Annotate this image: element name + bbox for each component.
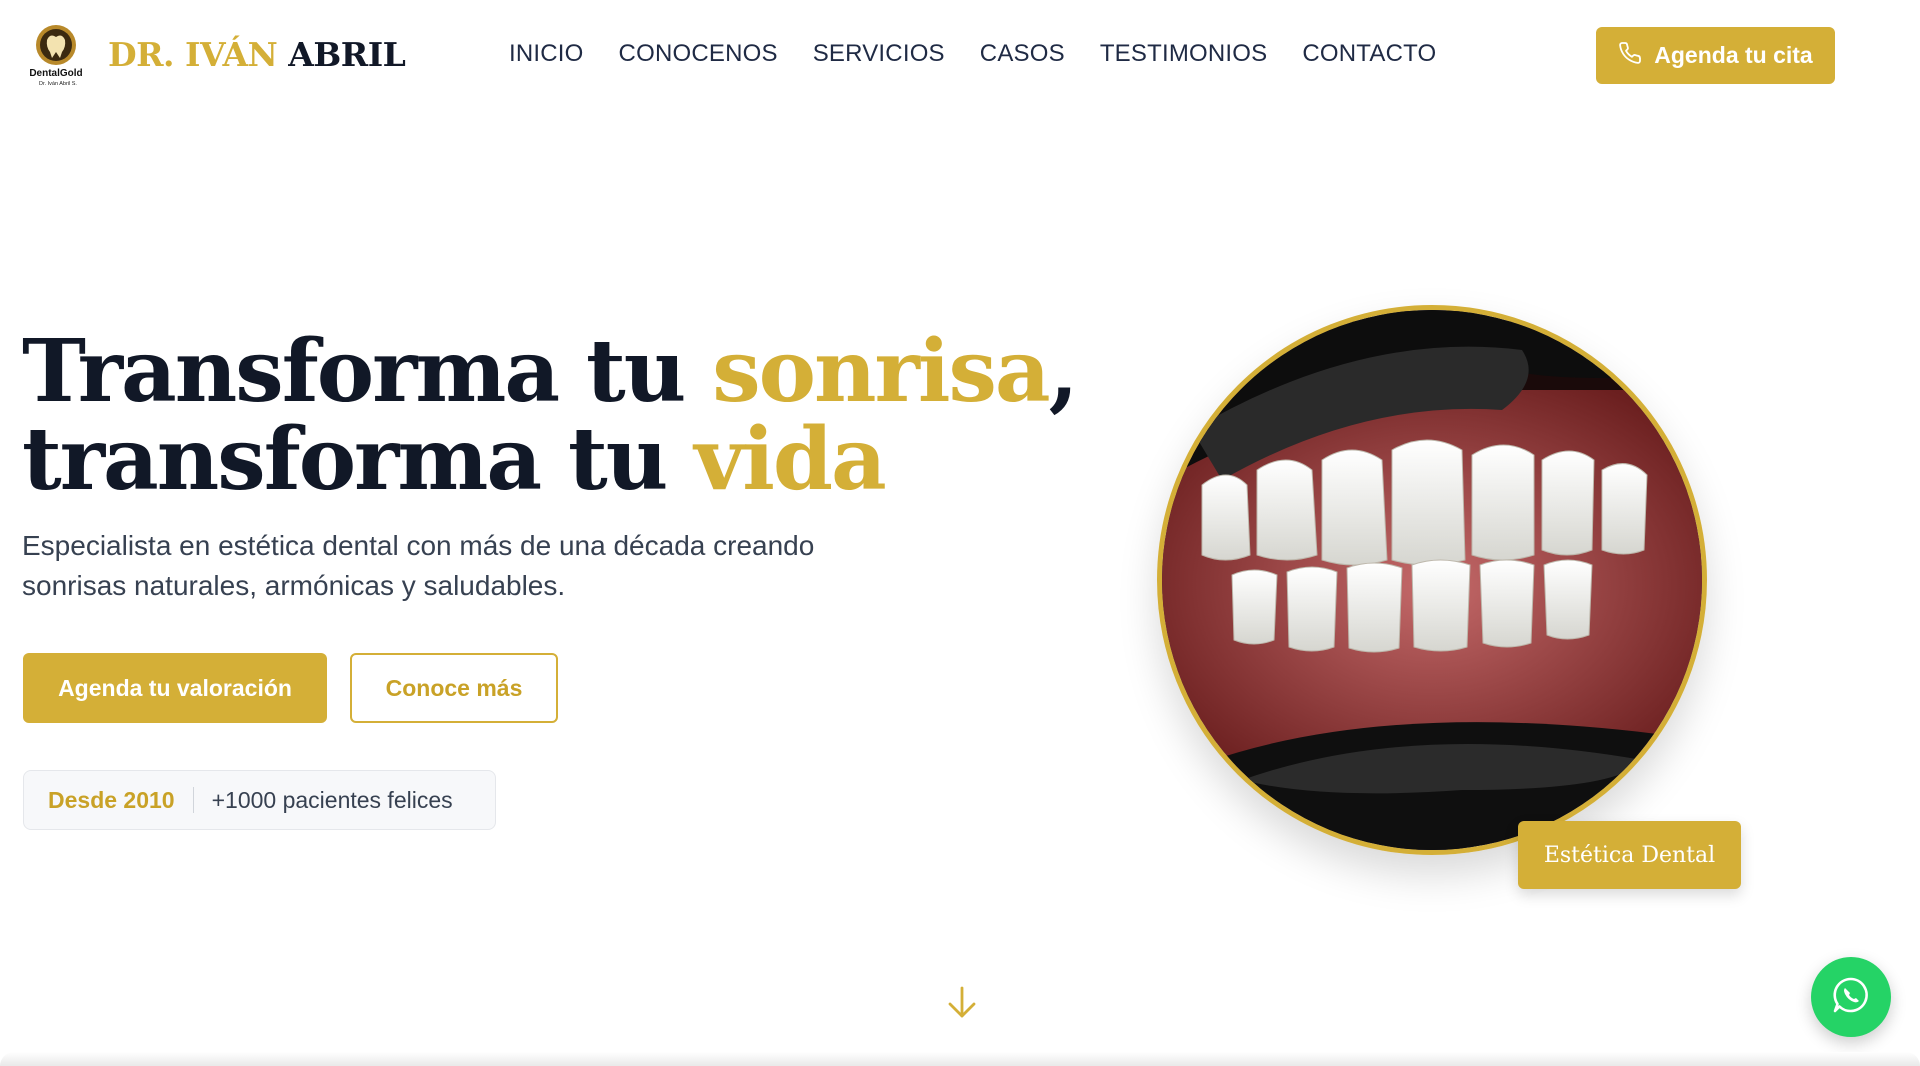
logo-subtext: Dr. Iván Abril S.: [39, 81, 77, 87]
learn-more-button[interactable]: Conoce más: [350, 653, 558, 723]
stat-since: Desde 2010: [48, 786, 175, 813]
arrow-down-icon[interactable]: [944, 984, 980, 1020]
stat-patients: +1000 pacientes felices: [211, 786, 453, 813]
stats-badge: Desde 2010 +1000 pacientes felices: [23, 770, 496, 830]
whatsapp-button[interactable]: [1811, 957, 1891, 1037]
nav-inicio[interactable]: INICIO: [509, 40, 584, 68]
hero-smile-photo: [1157, 305, 1707, 855]
book-assessment-button[interactable]: Agenda tu valoración: [23, 653, 327, 723]
hero-title: Transforma tu sonrisa, transforma tu vid…: [22, 328, 1079, 504]
stat-divider: [192, 787, 194, 813]
nav-testimonios[interactable]: TESTIMONIOS: [1100, 40, 1268, 68]
brand-name-dark: ABRIL: [288, 34, 406, 74]
hero-subtitle: Especialista en estética dental con más …: [22, 530, 815, 601]
phone-icon: [1618, 41, 1642, 71]
whatsapp-icon: [1831, 975, 1871, 1020]
tooth-logo-icon: DentalGold Dr. Iván Abril S.: [22, 20, 90, 88]
nav-contacto[interactable]: CONTACTO: [1302, 40, 1436, 68]
schedule-appointment-label: Agenda tu cita: [1654, 42, 1813, 68]
hero-title-part: Transforma tu: [22, 321, 713, 422]
schedule-appointment-button[interactable]: Agenda tu cita: [1596, 27, 1835, 84]
logo[interactable]: DentalGold Dr. Iván Abril S. DR. IVÁN AB…: [22, 20, 406, 88]
brand-name-gold: DR. IVÁN: [108, 34, 278, 74]
brand-name: DR. IVÁN ABRIL: [108, 34, 406, 74]
site-header: DentalGold Dr. Iván Abril S. DR. IVÁN AB…: [0, 0, 1920, 112]
aesthetic-dental-badge: Estética Dental: [1518, 821, 1741, 889]
nav-conocenos[interactable]: CONOCENOS: [619, 40, 778, 68]
nav-servicios[interactable]: SERVICIOS: [813, 40, 945, 68]
page-bottom-edge: [0, 1052, 1920, 1066]
hero-title-part: transforma tu: [22, 409, 695, 510]
main-nav: INICIO CONOCENOS SERVICIOS CASOS TESTIMO…: [509, 40, 1436, 68]
hero-title-highlight-sonrisa: sonrisa: [712, 321, 1050, 422]
nav-casos[interactable]: CASOS: [980, 40, 1065, 68]
hero-title-highlight-vida: vida: [694, 409, 886, 510]
logo-text: DentalGold: [29, 68, 82, 79]
hero-title-comma: ,: [1048, 321, 1079, 422]
